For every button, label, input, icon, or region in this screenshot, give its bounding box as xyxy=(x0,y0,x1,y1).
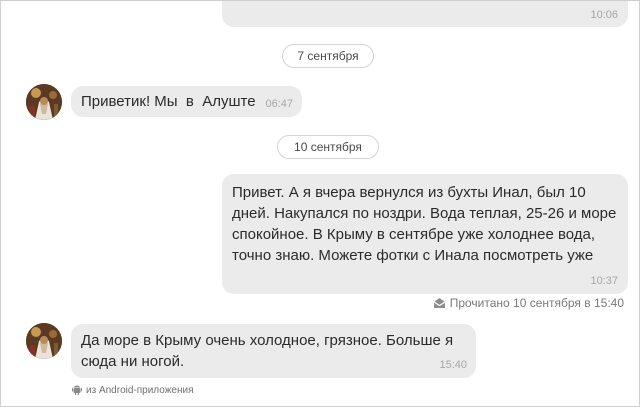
date-label: 7 сентября xyxy=(297,49,359,63)
message-time: 10:37 xyxy=(590,275,618,287)
avatar[interactable] xyxy=(26,323,62,359)
date-label: 10 сентября xyxy=(294,140,362,154)
message-text-line: Привет. А я вчера вернулся из бухты Инал… xyxy=(232,184,586,201)
message-time: 15:40 xyxy=(439,359,467,371)
message-text-line: сюда ни ногой. xyxy=(81,353,185,370)
message-time: 06:47 xyxy=(265,98,293,110)
message-text-line: дней. Накупался по ноздри. Вода теплая, … xyxy=(232,205,617,222)
avatar[interactable] xyxy=(26,84,62,120)
read-status-text: Прочитано 10 сентября в 15:40 xyxy=(449,296,624,310)
avatar-photo xyxy=(26,323,62,359)
message-source: из Android-приложения xyxy=(72,383,193,399)
source-text: из Android-приложения xyxy=(86,385,194,396)
message-text: Приветик! Мы в Алуште xyxy=(81,93,256,110)
message-outgoing-partial: 10:06 xyxy=(222,1,628,27)
message-text-line: Да море в Крыму очень холодное, грязное.… xyxy=(81,332,454,349)
message-incoming: Приветик! Мы в Алуште 06:47 xyxy=(71,86,302,117)
message-text-line: точно знаю. Можете фотки с Инала посмотр… xyxy=(232,247,594,264)
message-incoming: Да море в Крыму очень холодное, грязное.… xyxy=(71,324,476,378)
date-separator: 10 сентября xyxy=(277,135,379,159)
message-time: 10:06 xyxy=(590,9,618,21)
avatar-photo xyxy=(26,84,62,120)
envelope-open-icon xyxy=(433,297,446,312)
chat-window: 10:06 7 сентября Приветик! Мы в Алуште 0… xyxy=(0,0,640,407)
read-status: Прочитано 10 сентября в 15:40 xyxy=(433,296,624,312)
message-outgoing: Привет. А я вчера вернулся из бухты Инал… xyxy=(222,174,628,294)
android-icon xyxy=(72,383,82,399)
date-separator: 7 сентября xyxy=(282,44,374,68)
message-text-line: спокойное. В Крыму в сентябре уже холодн… xyxy=(232,226,596,243)
